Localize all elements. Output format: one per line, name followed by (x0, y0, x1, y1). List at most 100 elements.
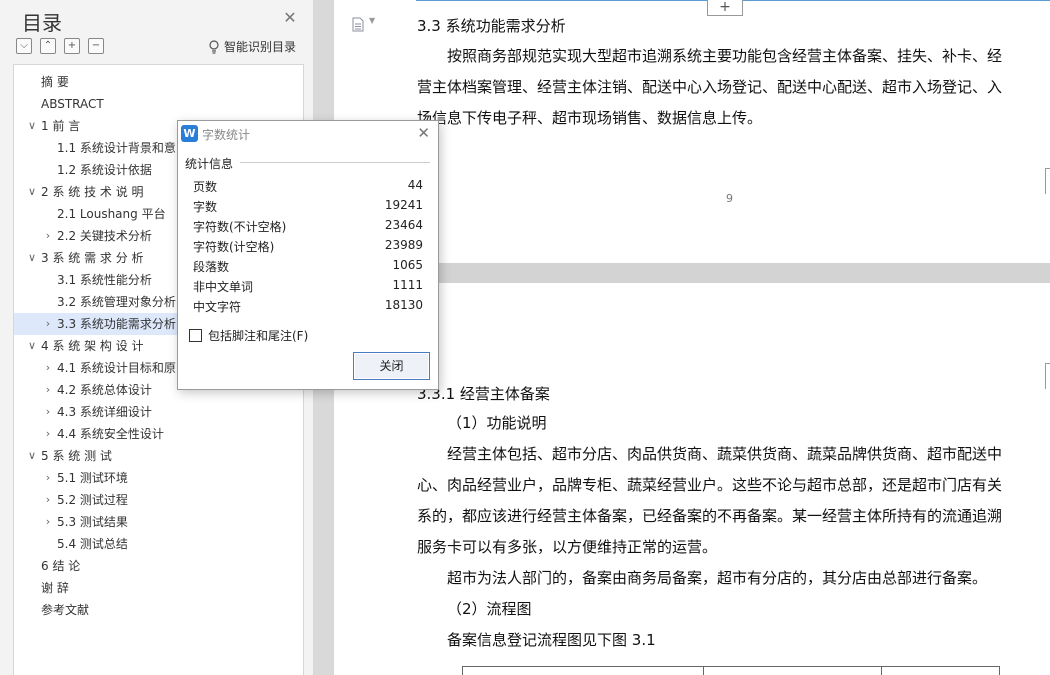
stat-label: 字符数(不计空格) (193, 220, 287, 234)
toc-item-label: ABSTRACT (41, 97, 104, 111)
toc-item-label: 4 系 统 架 构 设 计 (41, 339, 144, 353)
chevron-down-icon[interactable]: ∨ (26, 247, 38, 269)
smart-toc-button[interactable]: 智能识别目录 (208, 38, 296, 55)
document-page: ▼ + 3.3 系统功能需求分析 按照商务部规范实现大型超市追溯系统主要功能包含… (334, 0, 1050, 263)
chevron-down-icon[interactable]: ∨ (26, 335, 38, 357)
stat-value: 1065 (392, 258, 423, 272)
paragraph-line: 超市为法人部门的，备案由商务局备案，超市有分店的，其分店由总部进行备案。 (447, 569, 988, 587)
toc-item[interactable]: 参考文献 (14, 599, 303, 621)
toc-item-label: 3 系 统 需 求 分 析 (41, 251, 144, 265)
toc-item-label: 1.1 系统设计背景和意 (57, 141, 176, 155)
paragraph-line: （2）流程图 (447, 600, 532, 618)
toc-item[interactable]: › 4.3 系统详细设计 (14, 401, 303, 423)
stat-value: 44 (407, 178, 423, 192)
toc-item[interactable]: › 4.4 系统安全性设计 (14, 423, 303, 445)
toc-item-label: 摘 要 (41, 75, 69, 89)
toc-item[interactable]: › 5.3 测试结果 (14, 511, 303, 533)
page-corner-mark (1045, 363, 1050, 389)
chevron-right-icon[interactable]: › (42, 401, 54, 423)
word-count-dialog: W 字数统计 ✕ 统计信息 页数 44 字数 19241 字符数(不计空格) 23464 字… (177, 120, 439, 390)
toc-item-label: 3.2 系统管理对象分析 (57, 295, 176, 309)
toc-item[interactable]: › 5.1 测试环境 (14, 467, 303, 489)
toc-item-label: 4.3 系统详细设计 (57, 405, 152, 419)
toc-title: 目录 (22, 11, 62, 35)
toc-item-label: 5 系 统 测 试 (41, 449, 112, 463)
chevron-right-icon[interactable]: › (42, 357, 54, 379)
stat-row: 字数 19241 (193, 196, 423, 216)
stat-label: 字符数(计空格) (193, 240, 275, 254)
add-button[interactable]: + (707, 0, 743, 16)
chevron-right-icon[interactable]: › (42, 511, 54, 533)
chevron-right-icon[interactable]: › (42, 313, 54, 335)
chevron-right-icon[interactable]: › (42, 467, 54, 489)
page-gap (334, 263, 1050, 283)
toc-item[interactable]: ∨ 5 系 统 测 试 (14, 445, 303, 467)
stat-value: 23989 (384, 238, 423, 252)
toc-item[interactable]: 6 结 论 (14, 555, 303, 577)
paragraph-line: 经营主体包括、超市分店、肉品供货商、蔬菜供货商、蔬菜品牌供货商、超市配送中 (447, 445, 1003, 463)
chevron-right-icon[interactable]: › (42, 423, 54, 445)
document-page: 3.3.1 经营主体备案 （1）功能说明 经营主体包括、超市分店、肉品供货商、蔬菜… (334, 283, 1050, 675)
paragraph-line: 备案信息登记流程图见下图 3.1 (447, 631, 656, 649)
stat-row: 中文字符 18130 (193, 296, 423, 316)
stat-label: 非中文单词 (193, 280, 254, 294)
toc-toolbar: ⌵ ⌃ + − (16, 38, 104, 54)
paragraph-line: 场信息下传电子秤、超市现场销售、数据信息上传。 (417, 109, 763, 127)
toc-item-label: 5.4 测试总结 (57, 537, 128, 551)
smart-toc-label: 智能识别目录 (224, 40, 297, 54)
close-button[interactable]: 关闭 (353, 352, 430, 380)
stat-row: 段落数 1065 (193, 256, 423, 276)
toc-item-label: 1.2 系统设计依据 (57, 163, 152, 177)
toc-item-label: 1 前 言 (41, 119, 81, 133)
remove-heading-icon[interactable]: − (88, 38, 104, 54)
include-footnotes-label: 包括脚注和尾注(F) (208, 329, 309, 343)
toc-item[interactable]: 谢 辞 (14, 577, 303, 599)
toc-item-label: 谢 辞 (41, 581, 69, 595)
toc-item[interactable]: ABSTRACT (14, 93, 303, 115)
stat-row: 字符数(不计空格) 23464 (193, 216, 423, 236)
toc-item-label: 2.1 Loushang 平台 (57, 207, 166, 221)
collapse-all-icon[interactable]: ⌵ (16, 38, 32, 54)
toc-item-label: 4.2 系统总体设计 (57, 383, 152, 397)
stat-label: 段落数 (193, 260, 230, 274)
toc-item-label: 5.1 测试环境 (57, 471, 128, 485)
close-icon[interactable]: ✕ (417, 124, 430, 142)
stats-section-label: 统计信息 (185, 155, 237, 172)
page-number: 9 (726, 192, 733, 205)
chevron-down-icon[interactable]: ∨ (26, 181, 38, 203)
expand-all-icon[interactable]: ⌃ (40, 38, 56, 54)
stat-label: 页数 (193, 180, 218, 194)
document-icon[interactable] (352, 17, 364, 32)
chevron-right-icon[interactable]: › (42, 225, 54, 247)
chevron-down-icon[interactable]: ∨ (26, 445, 38, 467)
toc-item[interactable]: 摘 要 (14, 71, 303, 93)
close-icon[interactable]: ✕ (280, 8, 300, 28)
paragraph-line: 系的，都应该进行经营主体备案，已经备案的不再备案。某一经营主体所持有的流通追溯 (417, 507, 1003, 525)
table-divider (881, 667, 882, 675)
include-footnotes-option[interactable]: 包括脚注和尾注(F) (189, 327, 308, 344)
dialog-titlebar[interactable]: W 字数统计 ✕ (178, 121, 438, 147)
paragraph-line: 按照商务部规范实现大型超市追溯系统主要功能包含经营主体备案、挂失、补卡、经 (447, 47, 1003, 65)
dialog-title: 字数统计 (202, 128, 251, 142)
stat-value: 1111 (392, 278, 423, 292)
add-heading-icon[interactable]: + (64, 38, 80, 54)
toc-item-label: 5.2 测试过程 (57, 493, 128, 507)
stat-label: 字数 (193, 200, 218, 214)
paragraph-line: 营主体档案管理、经营主体注销、配送中心入场登记、配送中心配送、超市入场登记、入 (417, 78, 1003, 96)
toc-item-label: 4.4 系统安全性设计 (57, 427, 164, 441)
lightbulb-icon (209, 39, 219, 54)
chevron-right-icon[interactable]: › (42, 379, 54, 401)
table-divider (703, 667, 704, 675)
toc-item-label: 3.3 系统功能需求分析 (57, 317, 176, 331)
include-footnotes-checkbox[interactable] (189, 329, 202, 342)
toc-item-label: 6 结 论 (41, 559, 81, 573)
chevron-down-icon[interactable]: ∨ (26, 115, 38, 137)
stat-row: 页数 44 (193, 176, 423, 196)
page-corner-mark (1045, 168, 1050, 194)
toc-item[interactable]: › 5.2 测试过程 (14, 489, 303, 511)
stat-value: 18130 (384, 298, 423, 312)
section-heading: 3.3 系统功能需求分析 (417, 17, 566, 35)
chevron-right-icon[interactable]: › (42, 489, 54, 511)
toc-item[interactable]: 5.4 测试总结 (14, 533, 303, 555)
chevron-down-icon[interactable]: ▼ (369, 16, 375, 25)
